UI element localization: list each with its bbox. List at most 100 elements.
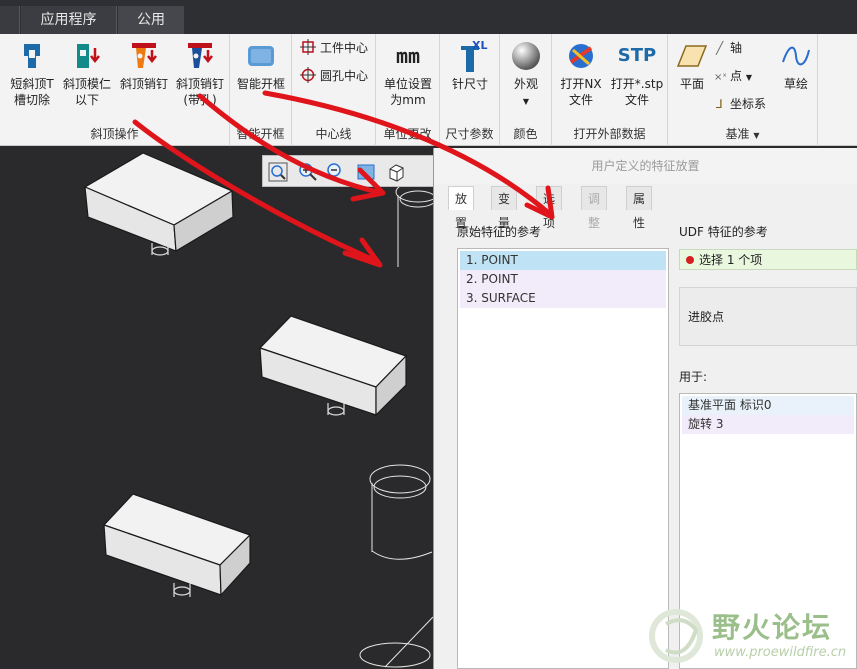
needle-size-label: 针尺寸 xyxy=(451,77,488,91)
short-slot-label-2: 槽切除 xyxy=(13,93,50,107)
udf-ref-collector[interactable]: 选择 1 个项 xyxy=(679,249,857,270)
group-open-external: 打开NX 文件 STP 打开*.stp 文件 打开外部数据 xyxy=(552,34,668,146)
work-center-label: 工件中心 xyxy=(320,41,369,55)
csys-button[interactable]: ⅃ 坐标系 xyxy=(716,94,766,114)
csys-icon: ⅃ xyxy=(716,97,723,111)
pin-hole-label-1: 斜顶销钉 xyxy=(175,77,224,91)
dialog-title: 用户定义的特征放置 xyxy=(434,148,857,184)
slant-pin-button[interactable]: 斜顶销钉 xyxy=(116,40,172,92)
open-stp-button[interactable]: STP 打开*.stp 文件 xyxy=(608,40,666,108)
stp-icon: STP xyxy=(617,45,657,66)
forum-watermark: 野火论坛 www.proewildfire.cn xyxy=(648,604,857,669)
pin-icon xyxy=(132,43,157,68)
appearance-button[interactable]: 外观 ▼ xyxy=(502,40,550,110)
open-stp-label-1: 打开*.stp xyxy=(610,77,664,91)
slant-pin-with-hole-button[interactable]: 斜顶销钉 (带孔) xyxy=(172,40,228,108)
tab-adjust[interactable]: 调整 xyxy=(581,186,608,230)
crosshair-circle-icon xyxy=(300,67,316,83)
sketch-button[interactable]: 草绘 xyxy=(776,40,816,92)
group-sketch-tail xyxy=(818,34,857,146)
zoom-out-icon[interactable] xyxy=(325,161,347,183)
sketch-label: 草绘 xyxy=(783,77,808,91)
unit-mm-button[interactable]: mm 单位设置 为mm xyxy=(378,40,438,108)
hole-center-button[interactable]: 圆孔中心 xyxy=(300,66,368,86)
model-block-3 xyxy=(102,493,252,597)
zoom-in-icon[interactable] xyxy=(297,161,319,183)
needle-icon: XL xyxy=(454,39,488,72)
orig-refs-label: 原始特征的参考 xyxy=(457,225,542,239)
group-center-line: 工件中心 圆孔中心 中心线 xyxy=(292,34,376,146)
smart-frame-label: 智能开框 xyxy=(236,77,285,91)
work-center-button[interactable]: 工件中心 xyxy=(300,38,368,58)
used-for-label: 用于: xyxy=(679,370,708,384)
ribbon: 短斜顶T 槽切除 斜顶模仁 以下 斜顶销钉 斜顶销钉 (带孔) 斜顶操作 智能开… xyxy=(0,34,857,146)
point-button[interactable]: ×ˣ 点 ▼ xyxy=(714,66,752,86)
xl-icon-text: XL xyxy=(472,39,488,52)
view-toolbar xyxy=(262,155,437,187)
orig-refs-list[interactable]: 1. POINT 2. POINT 3. SURFACE xyxy=(457,248,669,669)
tab-applications[interactable]: 应用程序 xyxy=(21,6,117,34)
plane-button[interactable]: 平面 xyxy=(672,40,712,92)
pin-hole-icon xyxy=(188,43,213,68)
unit-label-2: 为mm xyxy=(390,93,426,107)
view-plane-icon[interactable] xyxy=(355,161,377,183)
short-slot-label-1: 短斜顶T xyxy=(10,77,54,91)
tab-stub[interactable] xyxy=(0,6,20,34)
chevron-down-icon: ▼ xyxy=(745,73,752,82)
pin-hole-label-2: (带孔) xyxy=(183,93,217,107)
sketch-icon xyxy=(782,46,810,66)
axis-button[interactable]: ╱ 轴 xyxy=(716,38,742,58)
group-unit-change: mm 单位设置 为mm 单位更改 xyxy=(376,34,440,146)
short-slot-cut-button[interactable]: 短斜顶T 槽切除 xyxy=(6,40,58,108)
model-block-1 xyxy=(83,152,234,256)
mm-icon: mm xyxy=(395,44,421,68)
point-icon: ×ˣ xyxy=(714,72,727,83)
list-item[interactable]: 旋转 3 xyxy=(682,415,854,434)
datum-group-text: 基准 xyxy=(725,127,750,141)
hole-center-label: 圆孔中心 xyxy=(320,69,369,83)
open-nx-button[interactable]: 打开NX 文件 xyxy=(554,40,608,108)
group-slant-operations: 短斜顶T 槽切除 斜顶模仁 以下 斜顶销钉 斜顶销钉 (带孔) 斜顶操作 xyxy=(0,34,230,146)
tab-public[interactable]: 公用 xyxy=(118,6,184,34)
group-label-datum[interactable]: 基准 ▼ xyxy=(668,124,817,144)
cube-view-icon[interactable] xyxy=(385,161,407,183)
watermark-url: www.proewildfire.cn xyxy=(714,645,847,660)
group-label-dim: 尺寸参数 xyxy=(445,127,494,141)
group-color: 外观 ▼ 颜色 xyxy=(500,34,552,146)
tab-placement[interactable]: 放置 xyxy=(448,186,475,230)
point-label: 点 xyxy=(730,69,743,83)
tab-variables[interactable]: 变量 xyxy=(491,186,518,230)
tab-properties[interactable]: 属性 xyxy=(626,186,653,230)
list-item[interactable]: 基准平面 标识0 xyxy=(682,396,854,415)
open-nx-label-1: 打开NX xyxy=(560,77,602,91)
udf-ref-value: 选择 1 个项 xyxy=(699,253,763,267)
list-item[interactable]: 1. POINT xyxy=(460,251,666,270)
udf-refs-label: UDF 特征的参考 xyxy=(679,225,768,239)
core-below-icon xyxy=(77,44,100,68)
tab-options[interactable]: 选项 xyxy=(536,186,563,230)
group-smart-frame: 智能开框 智能开框 xyxy=(230,34,292,146)
group-label-color: 颜色 xyxy=(513,127,538,141)
plane-label: 平面 xyxy=(679,77,704,91)
open-nx-label-2: 文件 xyxy=(568,93,593,107)
smart-frame-button[interactable]: 智能开框 xyxy=(232,40,290,92)
watermark-logo-icon xyxy=(649,609,703,663)
core-label-1: 斜顶模仁 xyxy=(62,77,111,91)
zoom-fit-icon[interactable] xyxy=(267,161,289,183)
appearance-label: 外观 xyxy=(513,77,538,91)
unit-label-1: 单位设置 xyxy=(383,77,432,91)
crosshair-square-icon xyxy=(300,39,316,55)
nx-icon xyxy=(569,44,593,68)
needle-size-button[interactable]: XL 针尺寸 xyxy=(442,39,498,92)
list-item[interactable]: 3. SURFACE xyxy=(460,289,666,308)
group-label-open: 打开外部数据 xyxy=(573,127,646,141)
chevron-down-icon: ▼ xyxy=(522,97,530,106)
gate-point-panel: 进胶点 xyxy=(679,287,857,346)
group-label-slant: 斜顶操作 xyxy=(90,127,139,141)
plane-icon xyxy=(676,45,708,67)
list-item[interactable]: 2. POINT xyxy=(460,270,666,289)
slant-core-below-button[interactable]: 斜顶模仁 以下 xyxy=(58,40,116,108)
axis-icon: ╱ xyxy=(716,41,724,55)
chevron-down-icon: ▼ xyxy=(753,131,760,140)
open-stp-label-2: 文件 xyxy=(624,93,649,107)
